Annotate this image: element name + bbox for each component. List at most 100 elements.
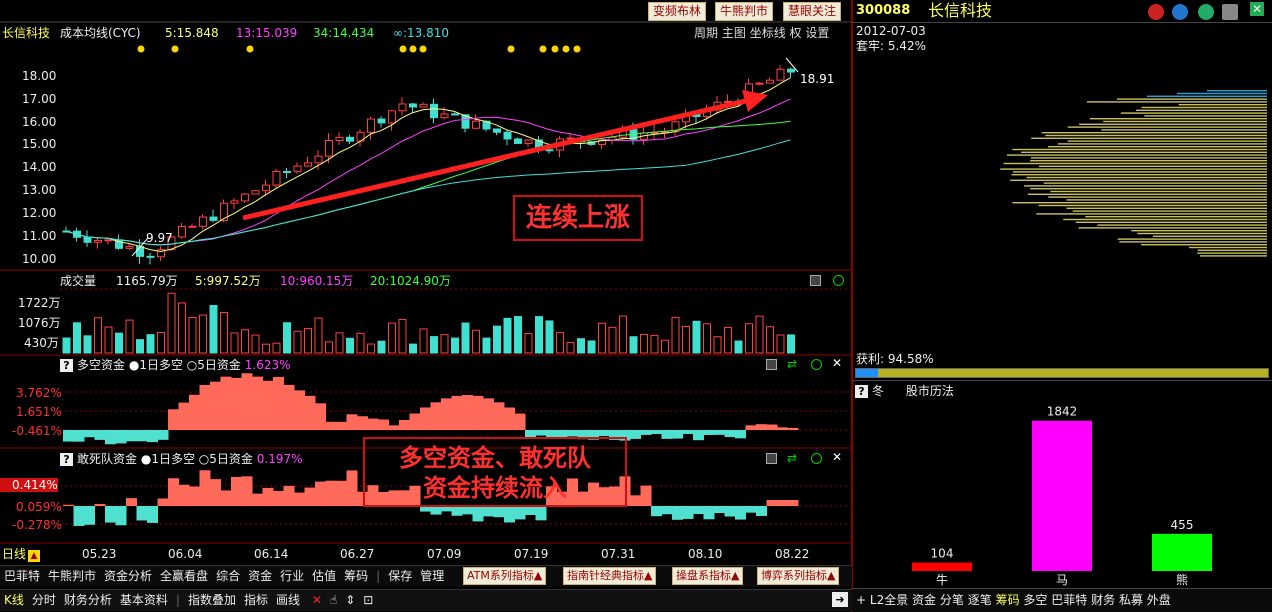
tab-private[interactable]: 私募	[1119, 593, 1143, 607]
menu-quanying[interactable]: 全赢看盘	[156, 566, 212, 586]
menu-save[interactable]: 保存	[384, 566, 416, 586]
radio-empty-icon[interactable]: ○	[199, 452, 209, 466]
chip-line	[1079, 123, 1267, 125]
menu-index-overlay[interactable]: 指数叠加	[184, 590, 240, 610]
move-icon[interactable]: ⇕	[341, 590, 359, 610]
right-stock-name: 长信科技	[928, 1, 993, 20]
menu-composite[interactable]: 综合	[212, 566, 244, 586]
tab-ticks[interactable]: 分笔	[940, 593, 964, 607]
menu-financial[interactable]: 财务分析	[60, 590, 116, 610]
period-label[interactable]: 日线 ▲	[2, 547, 41, 562]
zoom-icon[interactable]	[811, 453, 822, 464]
event-markers	[137, 45, 581, 53]
menu-fund-analysis[interactable]: 资金分析	[100, 566, 156, 586]
pointer-icon[interactable]: ☝	[326, 590, 341, 610]
calendar-category-1: 马	[1056, 573, 1068, 587]
candle	[503, 129, 512, 146]
menu-indicator[interactable]: 指标	[240, 590, 272, 610]
globe-icon[interactable]	[1198, 4, 1214, 20]
chip-line	[1089, 118, 1267, 120]
panel2-value: 0.197%	[256, 452, 303, 466]
tab-trades[interactable]: 逐笔	[968, 593, 992, 607]
radio-empty-icon[interactable]: ○	[187, 358, 197, 372]
flow-bar	[220, 376, 232, 430]
chip-line	[1006, 154, 1267, 156]
flow-bar	[73, 506, 85, 526]
help-icon[interactable]: ?	[60, 359, 73, 372]
refresh-icon[interactable]: ⇄	[787, 451, 797, 465]
refresh-icon[interactable]: ⇄	[787, 357, 797, 371]
flow-bar	[94, 504, 106, 506]
menu-industry[interactable]: 行业	[276, 566, 308, 586]
menu-chips[interactable]: 筹码	[340, 566, 372, 586]
flow-bar	[640, 430, 652, 435]
atm-indicator-button[interactable]: ATM系列指标▲	[463, 567, 547, 585]
menu-bull-bear[interactable]: 牛熊判市	[44, 566, 100, 586]
play-icon[interactable]	[1148, 4, 1164, 20]
tab-funds[interactable]: 资金	[912, 593, 936, 607]
menu-valuation[interactable]: 估值	[308, 566, 340, 586]
tab-longshort[interactable]: 多空	[1023, 593, 1047, 607]
tab-l2[interactable]: L2全景	[870, 593, 908, 607]
chip-line	[1078, 227, 1267, 229]
volume-bar	[419, 328, 428, 354]
arrow-right-icon[interactable]: ➜	[832, 592, 848, 607]
menu-basic-info[interactable]: 基本资料	[116, 590, 172, 610]
window-restore-icon[interactable]	[810, 275, 821, 286]
window-restore-icon[interactable]	[766, 359, 777, 370]
tab-buffett[interactable]: 巴菲特	[1051, 593, 1087, 607]
flow-bar	[756, 506, 767, 516]
zoom-icon[interactable]	[833, 275, 844, 286]
flow-bar	[651, 506, 662, 517]
flow-bar	[199, 470, 211, 506]
flow-bar	[714, 506, 725, 514]
radio-filled-icon[interactable]: ●	[129, 358, 139, 372]
x-date: 06.04	[168, 547, 203, 561]
candle	[398, 96, 407, 116]
chip-line	[1050, 190, 1267, 193]
volume-ma5: 5:997.52万	[195, 274, 261, 288]
menu-buffett[interactable]: 巴菲特	[0, 566, 44, 586]
warning-icon[interactable]: ▲	[28, 550, 41, 562]
close-icon[interactable]: ✕	[1250, 2, 1265, 16]
volume-bar	[703, 323, 711, 354]
phone-icon[interactable]	[1172, 4, 1188, 20]
zoom-icon[interactable]	[811, 359, 822, 370]
settings-icon[interactable]	[1222, 4, 1238, 20]
compass-indicator-button[interactable]: 指南针经典指标▲	[563, 567, 657, 585]
flow-bar	[630, 495, 641, 506]
volume-bar	[514, 316, 522, 354]
chip-distribution	[1000, 90, 1267, 257]
tab-chips[interactable]: 筹码	[996, 593, 1020, 607]
chip-line	[1057, 143, 1267, 145]
flow-bar	[336, 480, 347, 506]
menu-drawing[interactable]: 画线	[272, 590, 304, 610]
tab-outer[interactable]: 外盘	[1147, 593, 1171, 607]
menu-manage[interactable]: 管理	[416, 566, 448, 586]
fund-annotation-line1: 多空资金、敢死队	[399, 444, 591, 472]
chip-line	[1197, 252, 1267, 254]
lock-icon[interactable]: ⊡	[359, 590, 377, 610]
flow-bar	[672, 506, 683, 520]
panel2-opt2: 5日资金	[209, 452, 253, 466]
close-icon[interactable]: ✕	[832, 450, 842, 464]
event-marker	[409, 45, 417, 53]
event-marker	[246, 45, 254, 53]
window-restore-icon[interactable]	[766, 453, 777, 464]
calendar-chart: 104 牛 1842 马 455 熊	[912, 405, 1212, 587]
trader-indicator-button[interactable]: 操盘系指标▲	[672, 567, 744, 585]
volume-bar	[209, 304, 218, 354]
menu-timeshare[interactable]: 分时	[28, 590, 60, 610]
panel2-tick: -0.278%	[12, 518, 63, 532]
help-icon[interactable]: ?	[60, 453, 73, 466]
menu-kline[interactable]: K线	[0, 590, 28, 610]
radio-filled-icon[interactable]: ●	[141, 452, 151, 466]
game-indicator-button[interactable]: 博弈系列指标▲	[757, 567, 840, 585]
volume-bar	[230, 332, 239, 354]
menu-funds[interactable]: 资金	[244, 566, 276, 586]
close-icon[interactable]: ✕	[832, 356, 842, 370]
candle	[241, 192, 249, 203]
delete-icon[interactable]: ✕	[308, 590, 326, 610]
volume-bar	[503, 317, 512, 354]
tab-finance[interactable]: 财务	[1091, 593, 1115, 607]
